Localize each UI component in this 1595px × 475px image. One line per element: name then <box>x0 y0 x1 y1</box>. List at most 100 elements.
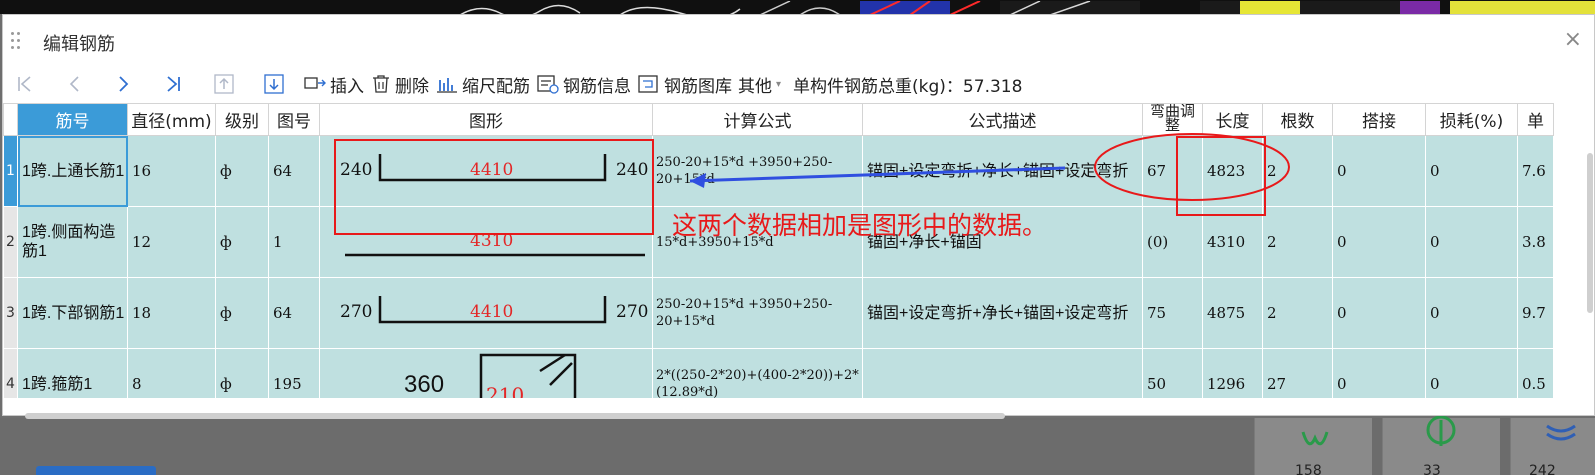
insert-icon <box>304 77 326 89</box>
cell-bar-name[interactable]: 1跨.上通长筋1 <box>17 135 128 207</box>
cell-count[interactable]: 2 <box>1262 135 1333 207</box>
cell-diameter[interactable]: 16 <box>127 135 216 207</box>
cell-formula[interactable]: 250-20+15*d +3950+250-20+15*d <box>652 277 863 349</box>
cell-count[interactable]: 2 <box>1262 206 1333 278</box>
cell-bend-adjust[interactable]: (0) <box>1142 206 1203 278</box>
cell-fig-no[interactable]: 64 <box>268 277 320 349</box>
next-record-icon[interactable] <box>103 74 147 94</box>
cell-lap[interactable]: 0 <box>1332 135 1426 207</box>
table-row[interactable]: 1 1跨.上通长筋1 16 ф 64 240 4410 240 250-20+1… <box>3 135 1554 207</box>
card-value: 158 <box>1295 463 1322 475</box>
cell-bar-name[interactable]: 1跨.侧面构造筋1 <box>17 206 128 278</box>
cell-count[interactable]: 27 <box>1262 348 1333 398</box>
cell-formula-desc[interactable] <box>862 348 1143 398</box>
move-down-icon[interactable] <box>253 74 297 94</box>
cell-diameter[interactable]: 12 <box>127 206 216 278</box>
close-icon[interactable]: × <box>1564 27 1582 52</box>
rebar-library-button[interactable]: 钢筋图库 <box>637 72 732 97</box>
cell-length[interactable]: 1296 <box>1202 348 1263 398</box>
cell-formula[interactable]: 250-20+15*d +3950+250-20+15*d <box>652 135 863 207</box>
col-header-shape[interactable]: 图形 <box>319 103 653 136</box>
move-up-icon[interactable] <box>203 74 247 94</box>
cell-count[interactable]: 2 <box>1262 277 1333 349</box>
cell-fig-no[interactable]: 64 <box>268 135 320 207</box>
cell-bar-name[interactable]: 1跨.下部钢筋1 <box>17 277 128 349</box>
shape-left-length: 360 <box>404 371 445 398</box>
col-header-bend-adjust[interactable]: 弯曲调整 <box>1142 103 1203 136</box>
row-number[interactable]: 3 <box>3 277 18 349</box>
cell-length[interactable]: 4875 <box>1202 277 1263 349</box>
cell-formula-desc[interactable]: 锚固+设定弯折+净长+锚固+设定弯折 <box>862 277 1143 349</box>
delete-button[interactable]: 删除 <box>370 72 429 97</box>
col-header-unit[interactable]: 单 <box>1517 103 1554 136</box>
row-number[interactable]: 1 <box>3 135 18 207</box>
cell-fig-no[interactable]: 1 <box>268 206 320 278</box>
col-header-formula[interactable]: 计算公式 <box>652 103 863 136</box>
col-header-loss[interactable]: 损耗(%) <box>1425 103 1518 136</box>
cell-unit-weight[interactable]: 7.6 <box>1517 135 1554 207</box>
rebar-info-button[interactable]: 钢筋信息 <box>536 72 631 97</box>
cell-shape[interactable]: 270 4410 270 <box>319 277 653 349</box>
drag-grip-icon[interactable] <box>11 32 21 50</box>
row-number[interactable]: 2 <box>3 206 18 278</box>
first-record-icon[interactable] <box>3 74 47 94</box>
last-record-icon[interactable] <box>153 74 197 94</box>
cell-bend-adjust[interactable]: 50 <box>1142 348 1203 398</box>
rebar-table: 筋号 直径(mm) 级别 图号 图形 计算公式 公式描述 弯曲调整 长度 根数 … <box>3 103 1563 398</box>
cell-diameter[interactable]: 8 <box>127 348 216 398</box>
card-value: 242 <box>1529 463 1556 475</box>
col-header-bar-no[interactable]: 筋号 <box>17 103 128 136</box>
layers-icon <box>1546 424 1576 441</box>
cell-bend-adjust[interactable]: 75 <box>1142 277 1203 349</box>
col-header-diameter[interactable]: 直径(mm) <box>127 103 216 136</box>
dialog-titlebar[interactable]: 编辑钢筋 × <box>3 15 1594 66</box>
prev-record-icon[interactable] <box>53 74 97 94</box>
cell-formula-desc[interactable]: 锚固+设定弯折+净长+锚固+设定弯折 <box>862 135 1143 207</box>
col-header-grade[interactable]: 级别 <box>215 103 269 136</box>
col-header-fig-no[interactable]: 图号 <box>268 103 320 136</box>
annotation-note: 这两个数据相加是图形中的数据。 <box>672 211 1048 240</box>
vertical-scrollbar[interactable] <box>1587 153 1593 313</box>
bar-chart-icon <box>437 78 457 93</box>
cell-loss[interactable]: 0 <box>1425 206 1518 278</box>
cell-diameter[interactable]: 18 <box>127 277 216 349</box>
background-card-2[interactable]: 33 <box>1382 415 1500 475</box>
cell-grade[interactable]: ф <box>215 206 269 278</box>
other-dropdown[interactable]: 其他 ▾ <box>738 72 781 97</box>
table-row[interactable]: 3 1跨.下部钢筋1 18 ф 64 270 4410 270 250-20+1… <box>3 277 1554 349</box>
cell-bar-name[interactable]: 1跨.箍筋1 <box>17 348 128 398</box>
cell-formula[interactable]: 2*((250-2*20)+(400-2*20))+2*(12.89*d) <box>652 348 863 398</box>
cell-unit-weight[interactable]: 3.8 <box>1517 206 1554 278</box>
cell-fig-no[interactable]: 195 <box>268 348 320 398</box>
cell-grade[interactable]: ф <box>215 135 269 207</box>
background-card-1[interactable]: 158 <box>1254 418 1372 475</box>
col-header-count[interactable]: 根数 <box>1262 103 1333 136</box>
cell-grade[interactable]: ф <box>215 277 269 349</box>
cell-unit-weight[interactable]: 9.7 <box>1517 277 1554 349</box>
scale-rebar-button[interactable]: 缩尺配筋 <box>435 72 530 97</box>
cell-grade[interactable]: ф <box>215 348 269 398</box>
cell-loss[interactable]: 0 <box>1425 135 1518 207</box>
total-weight-label: 单构件钢筋总重(kg)：57.318 <box>793 76 1023 97</box>
cell-shape[interactable]: 360 210 <box>319 348 653 398</box>
shape-right-length: 270 <box>616 302 649 322</box>
col-header-length[interactable]: 长度 <box>1202 103 1263 136</box>
table-row[interactable]: 4 1跨.箍筋1 8 ф 195 360 210 2*((250-2*20)+(… <box>3 348 1554 398</box>
cell-loss[interactable]: 0 <box>1425 277 1518 349</box>
card-value: 33 <box>1423 463 1441 475</box>
col-header-lap[interactable]: 搭接 <box>1332 103 1426 136</box>
background-blue-button[interactable] <box>36 466 156 475</box>
cell-lap[interactable]: 0 <box>1332 206 1426 278</box>
cell-lap[interactable]: 0 <box>1332 348 1426 398</box>
horizontal-scrollbar[interactable] <box>25 413 1005 419</box>
background-cad-view <box>0 0 1595 14</box>
chevron-down-icon: ▾ <box>776 78 782 90</box>
col-header-formula-desc[interactable]: 公式描述 <box>862 103 1143 136</box>
cell-lap[interactable]: 0 <box>1332 277 1426 349</box>
insert-button[interactable]: 插入 <box>303 72 364 97</box>
cell-unit-weight[interactable]: 0.5 <box>1517 348 1554 398</box>
cell-loss[interactable]: 0 <box>1425 348 1518 398</box>
row-number[interactable]: 4 <box>3 348 18 398</box>
background-card-3[interactable]: 242 <box>1510 418 1595 475</box>
cell-length[interactable]: 4310 <box>1202 206 1263 278</box>
